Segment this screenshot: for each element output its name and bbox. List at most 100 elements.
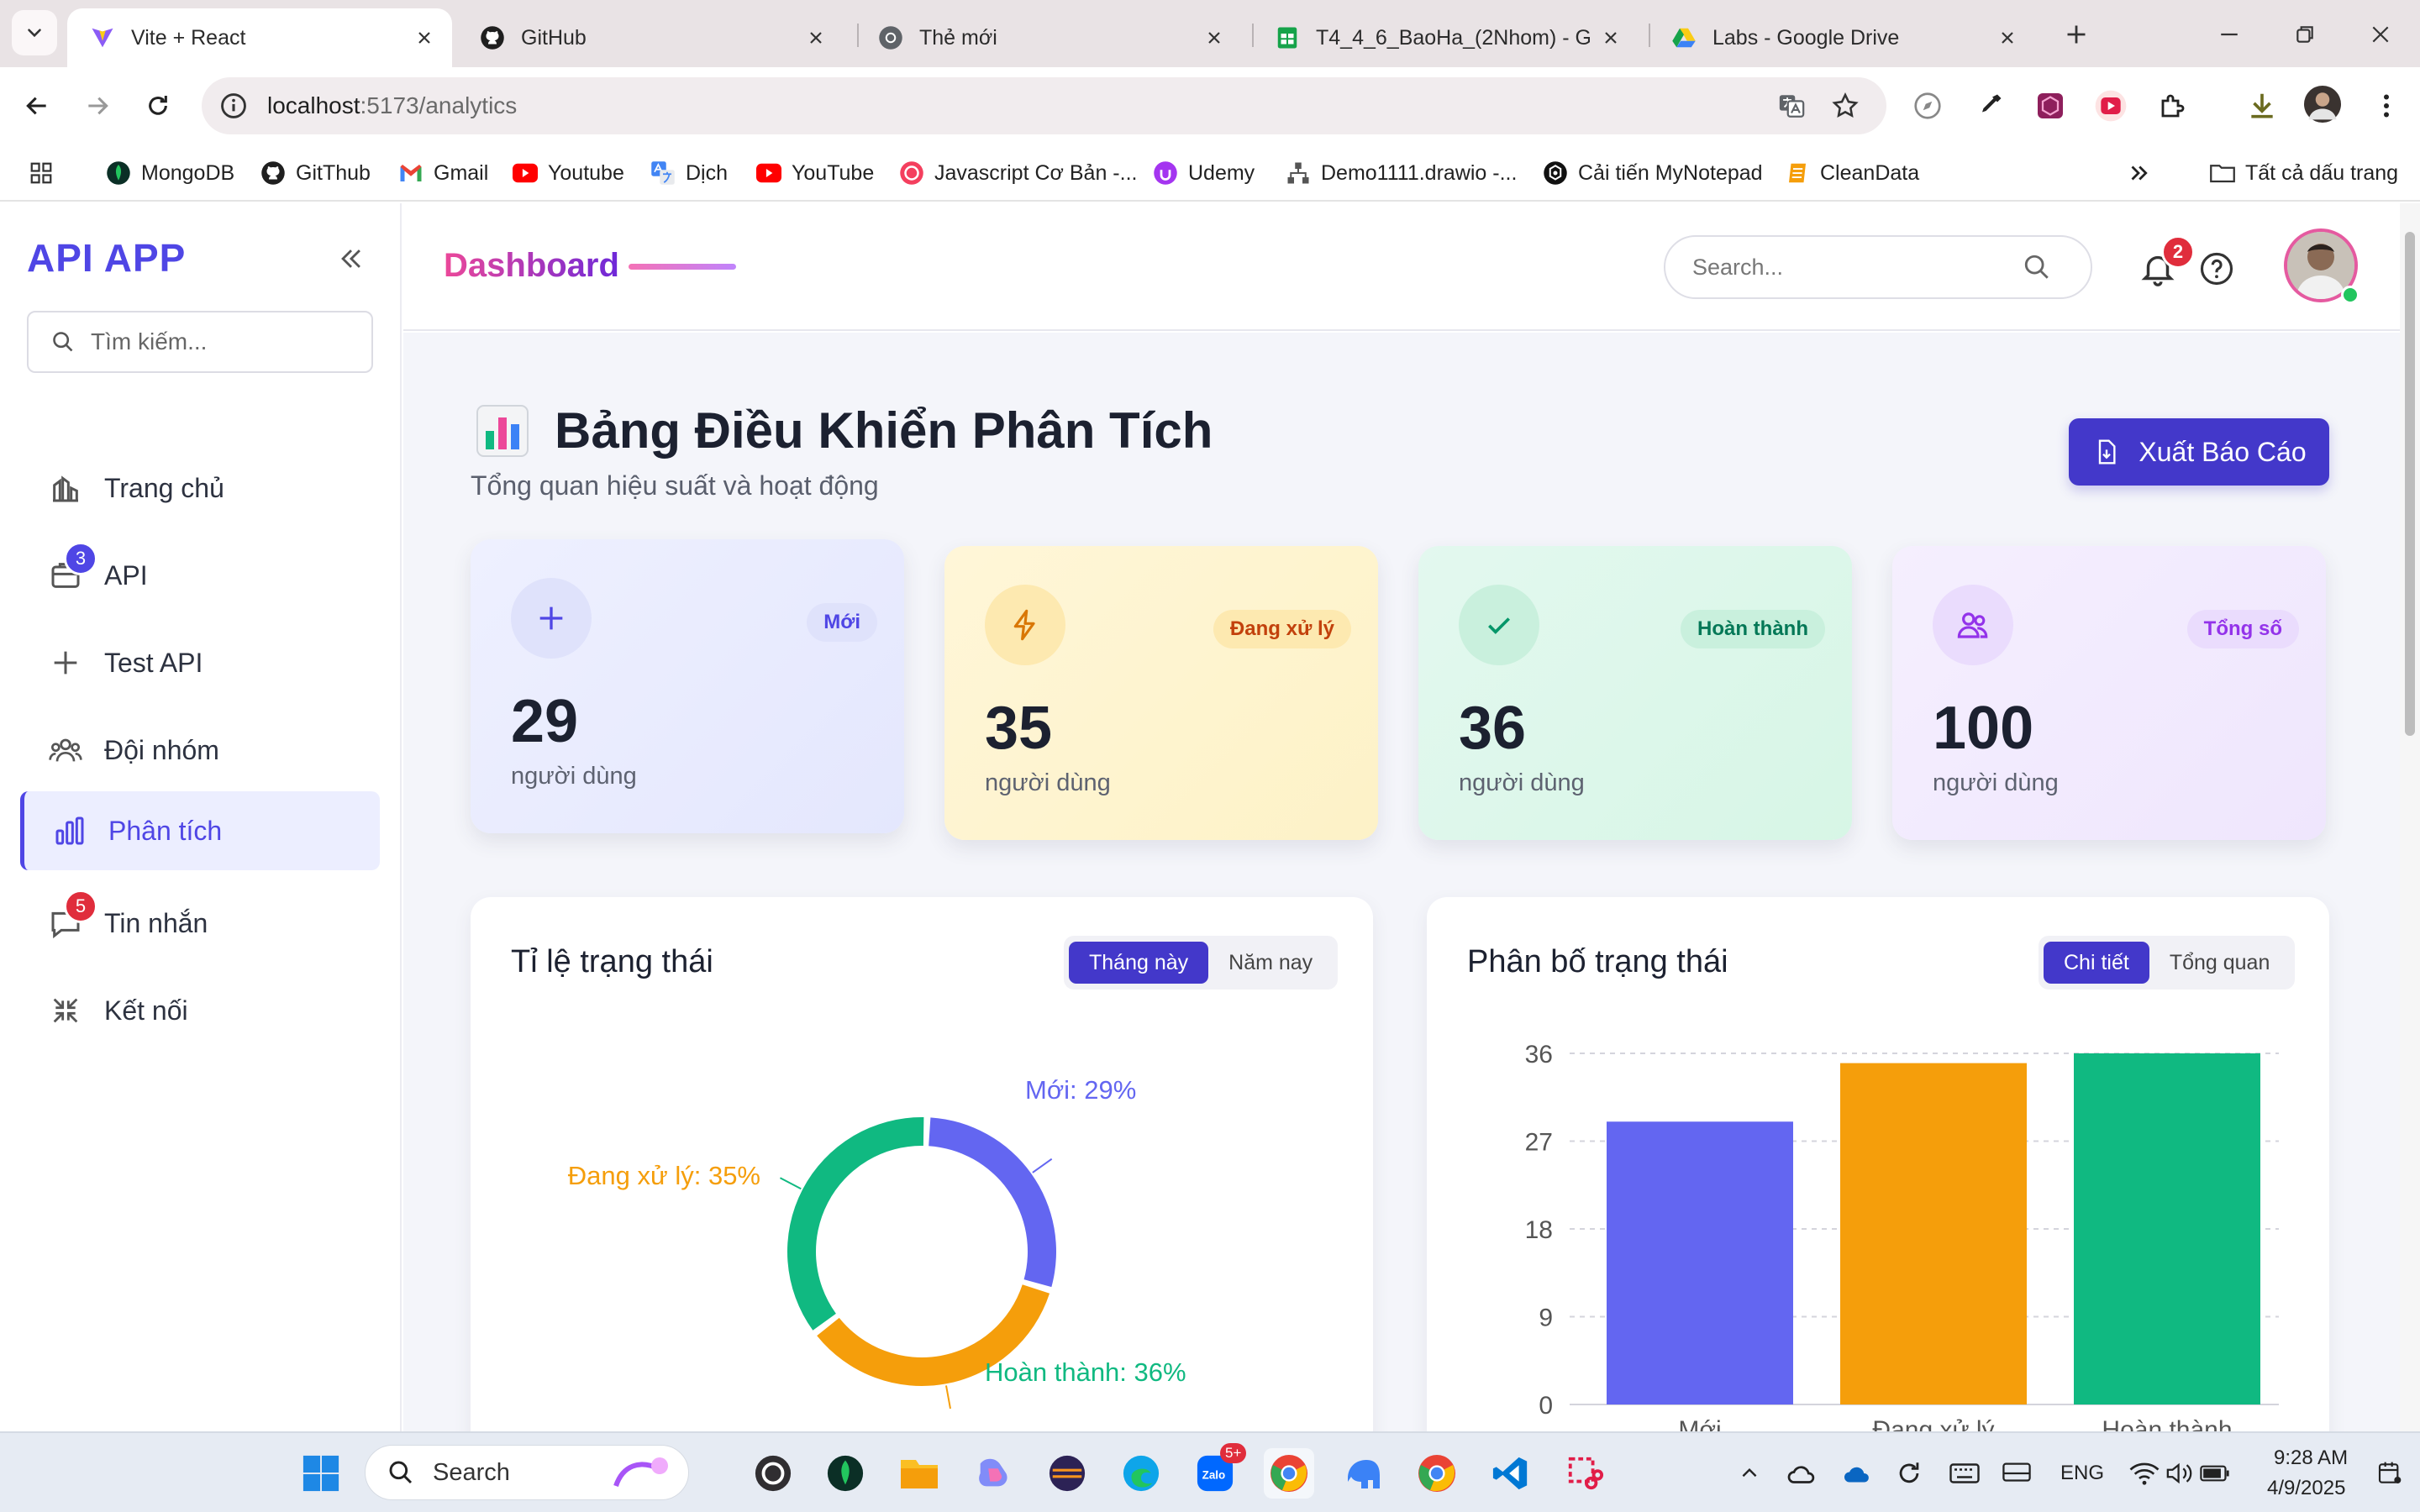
compass-extension-icon[interactable] bbox=[1909, 87, 1946, 124]
close-icon[interactable] bbox=[412, 25, 437, 50]
bookmark-mongodb[interactable]: MongoDB bbox=[106, 155, 234, 192]
collapse-sidebar-button[interactable] bbox=[333, 240, 370, 277]
clock-time[interactable]: 9:28 AM bbox=[2274, 1446, 2348, 1470]
site-info-icon[interactable] bbox=[217, 89, 250, 123]
header-search-input[interactable] bbox=[1692, 254, 2020, 281]
taskbar-app-mongodb[interactable] bbox=[820, 1448, 871, 1499]
bookmark-cleandata[interactable]: CleanData bbox=[1785, 155, 1919, 192]
search-icon[interactable] bbox=[2020, 250, 2054, 284]
taskbar-app-snipping[interactable] bbox=[1560, 1448, 1610, 1499]
taskbar-app-edge[interactable] bbox=[1116, 1448, 1166, 1499]
tray-overflow-button[interactable] bbox=[1731, 1455, 1768, 1492]
header-title-underline bbox=[629, 264, 736, 270]
taskbar-app-chrome[interactable] bbox=[1412, 1448, 1462, 1499]
sidebar-item-connect[interactable]: Kết nối bbox=[20, 971, 380, 1050]
bookmark-githhub[interactable]: GitThub bbox=[260, 155, 371, 192]
taskbar-app-explorer[interactable] bbox=[894, 1448, 944, 1499]
new-tab-button[interactable] bbox=[2054, 12, 2099, 57]
taskbar-search[interactable]: Search bbox=[365, 1445, 689, 1500]
translate-icon[interactable] bbox=[1775, 89, 1808, 123]
taskbar-app-obs[interactable] bbox=[748, 1448, 798, 1499]
taskbar-app-copilot[interactable] bbox=[968, 1448, 1018, 1499]
folder-icon bbox=[901, 1460, 938, 1488]
video-extension-icon[interactable] bbox=[2092, 87, 2129, 124]
profile-avatar[interactable] bbox=[2304, 86, 2341, 123]
close-icon[interactable] bbox=[1995, 25, 2020, 50]
vite-icon bbox=[89, 24, 116, 51]
scrollbar-thumb[interactable] bbox=[2405, 232, 2415, 736]
help-button[interactable] bbox=[2196, 249, 2237, 289]
restore-button[interactable] bbox=[2282, 12, 2328, 57]
close-icon[interactable] bbox=[803, 25, 829, 50]
language-indicator[interactable]: ENG bbox=[2060, 1462, 2104, 1485]
address-bar[interactable]: localhost:5173/analytics bbox=[202, 77, 1886, 134]
tab-title: Thẻ mới bbox=[919, 25, 997, 50]
bookmark-gmail[interactable]: Gmail bbox=[398, 155, 488, 192]
graphql-extension-icon[interactable] bbox=[2032, 87, 2069, 124]
download-icon[interactable] bbox=[2244, 87, 2281, 124]
close-icon[interactable] bbox=[1202, 25, 1227, 50]
bookmark-drawio[interactable]: Demo1111.drawio -... bbox=[1286, 155, 1517, 192]
bookmark-mynotepad[interactable]: Cải tiến MyNotepad bbox=[1543, 155, 1763, 192]
tray-battery[interactable] bbox=[2196, 1455, 2233, 1492]
tab-title: T4_4_6_BaoHa_(2Nhom) - Goog bbox=[1316, 25, 1590, 50]
taskbar-app-zalo[interactable]: Zalo 5+ bbox=[1190, 1443, 1247, 1499]
apps-grid-button[interactable] bbox=[29, 155, 54, 192]
bookmark-dich[interactable]: Dịch bbox=[650, 155, 728, 192]
start-button[interactable] bbox=[296, 1448, 346, 1499]
udemy-icon bbox=[1153, 160, 1178, 186]
forward-button[interactable] bbox=[76, 84, 119, 128]
page-scrollbar[interactable] bbox=[2400, 203, 2420, 1431]
sidebar-search-input[interactable] bbox=[91, 328, 360, 355]
close-window-button[interactable] bbox=[2358, 12, 2403, 57]
star-icon[interactable] bbox=[1828, 89, 1862, 123]
status-badge: Mới bbox=[807, 603, 877, 642]
javascript-icon bbox=[899, 160, 924, 186]
status-badge: Hoàn thành bbox=[1681, 610, 1825, 648]
tab-vite-react[interactable]: Vite + React bbox=[67, 8, 452, 67]
bookmark-youtube[interactable]: Youtube bbox=[513, 155, 624, 192]
sidebar-item-team[interactable]: Đội nhóm bbox=[20, 711, 380, 790]
tab-google-sheets[interactable]: T4_4_6_BaoHa_(2Nhom) - Goog bbox=[1252, 8, 1639, 67]
bookmark-youtube-2[interactable]: YouTube bbox=[756, 155, 874, 192]
menu-kebab-icon[interactable] bbox=[2368, 87, 2405, 124]
eyedropper-extension-icon[interactable] bbox=[1971, 87, 2008, 124]
reload-button[interactable] bbox=[136, 84, 180, 128]
clock-date[interactable]: 4/9/2025 bbox=[2267, 1477, 2345, 1500]
search-highlight-icon bbox=[613, 1457, 668, 1488]
taskbar-app-eclipse[interactable] bbox=[1042, 1448, 1092, 1499]
close-icon[interactable] bbox=[1598, 25, 1623, 50]
sidebar-item-test-api[interactable]: Test API bbox=[20, 623, 380, 702]
tab-search-button[interactable] bbox=[12, 10, 57, 55]
sidebar-item-analytics[interactable]: Phân tích bbox=[20, 791, 380, 870]
bookmark-udemy[interactable]: Udemy bbox=[1153, 155, 1255, 192]
tray-volume[interactable] bbox=[2161, 1455, 2198, 1492]
taskbar-app-chrome-active[interactable] bbox=[1264, 1448, 1314, 1499]
tab-new-tab[interactable]: Thẻ mới bbox=[855, 8, 1242, 67]
minimize-icon bbox=[2221, 33, 2238, 36]
tray-display[interactable] bbox=[1998, 1455, 2035, 1492]
tray-cloud[interactable] bbox=[1783, 1455, 1820, 1492]
tab-github[interactable]: GitHub bbox=[457, 8, 844, 67]
bookmarks-overflow-button[interactable] bbox=[2126, 155, 2151, 192]
export-report-button[interactable]: Xuất Báo Cáo bbox=[2069, 418, 2329, 486]
puzzle-extension-icon[interactable] bbox=[2154, 87, 2191, 124]
all-bookmarks-folder[interactable]: Tất cả dấu trang bbox=[2210, 155, 2398, 192]
back-button[interactable] bbox=[15, 84, 59, 128]
sidebar-item-home[interactable]: Trang chủ bbox=[20, 449, 380, 528]
tray-keyboard[interactable] bbox=[1946, 1455, 1983, 1492]
stat-card-done: Hoàn thành 36 người dùng bbox=[1418, 546, 1852, 840]
tab-google-drive[interactable]: Labs - Google Drive bbox=[1649, 8, 2035, 67]
sidebar-item-messages[interactable]: 5 Tin nhắn bbox=[20, 884, 380, 963]
tray-wifi[interactable] bbox=[2126, 1455, 2163, 1492]
copilot-icon bbox=[979, 1458, 1007, 1487]
donut-label-2: Đang xử lý: 35% bbox=[568, 1161, 760, 1190]
notification-center-button[interactable] bbox=[2371, 1455, 2408, 1492]
sidebar-item-api[interactable]: 3 API bbox=[20, 536, 380, 615]
minimize-button[interactable] bbox=[2207, 12, 2252, 57]
taskbar-app-elephant[interactable] bbox=[1338, 1448, 1388, 1499]
taskbar-app-vscode[interactable] bbox=[1486, 1448, 1536, 1499]
tray-onedrive[interactable] bbox=[1839, 1455, 1876, 1492]
tray-sync[interactable] bbox=[1891, 1455, 1928, 1492]
bookmark-javascript[interactable]: Javascript Cơ Bản -... bbox=[899, 155, 1137, 192]
